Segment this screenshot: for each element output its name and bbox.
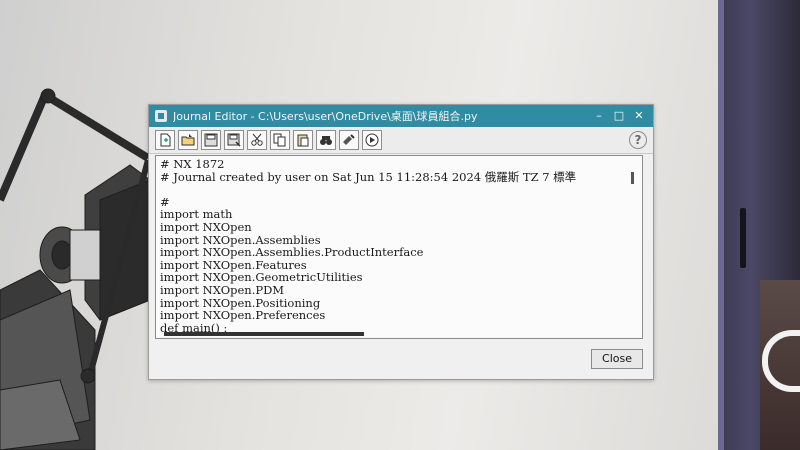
side-port: [740, 208, 746, 268]
code-line: import NXOpen.PDM: [160, 282, 285, 297]
insert-button[interactable]: [339, 130, 359, 150]
maximize-button[interactable]: □: [611, 108, 627, 124]
window-title: Journal Editor - C:\Users\user\OneDrive\…: [173, 110, 478, 123]
help-button[interactable]: ?: [629, 131, 647, 149]
save-icon: [204, 133, 218, 147]
run-icon: [365, 133, 379, 147]
copy-button[interactable]: [270, 130, 290, 150]
cad-model: [0, 88, 151, 450]
code-text: # NX 1872 # Journal created by user on Sa…: [156, 156, 642, 336]
app-icon: [155, 110, 167, 122]
find-icon: [320, 136, 332, 145]
find-button[interactable]: [316, 130, 336, 150]
open-button[interactable]: [178, 130, 198, 150]
new-journal-button[interactable]: [155, 130, 175, 150]
toolbar: ?: [149, 127, 653, 154]
cut-icon: [251, 133, 263, 146]
new-journal-icon: [160, 133, 171, 147]
save-as-icon: [227, 133, 241, 147]
paste-button[interactable]: [293, 130, 313, 150]
cut-button[interactable]: [247, 130, 267, 150]
code-editor[interactable]: # NX 1872 # Journal created by user on Sa…: [155, 155, 643, 339]
code-line: import NXOpen.Assemblies.ProductInterfac…: [160, 245, 424, 260]
open-icon: [181, 134, 195, 146]
code-line: import NXOpen: [160, 219, 252, 234]
paste-icon: [297, 134, 309, 147]
text-cursor-marker: [631, 172, 634, 184]
close-button[interactable]: Close: [591, 349, 643, 369]
minimize-button[interactable]: –: [591, 108, 607, 124]
copy-icon: [273, 133, 286, 147]
save-button[interactable]: [201, 130, 221, 150]
code-line: import NXOpen.Preferences: [160, 308, 326, 323]
save-as-button[interactable]: [224, 130, 244, 150]
code-line: # NX 1872: [160, 157, 225, 171]
horizontal-scrollbar[interactable]: [164, 332, 364, 336]
screen-edge: [718, 0, 724, 450]
journal-editor-window: Journal Editor - C:\Users\user\OneDrive\…: [148, 104, 654, 380]
run-button[interactable]: [362, 130, 382, 150]
insert-icon: [343, 134, 355, 145]
code-line: # Journal created by user on Sat Jun 15 …: [160, 169, 577, 184]
close-window-button[interactable]: ✕: [631, 108, 647, 124]
title-bar[interactable]: Journal Editor - C:\Users\user\OneDrive\…: [149, 105, 653, 127]
